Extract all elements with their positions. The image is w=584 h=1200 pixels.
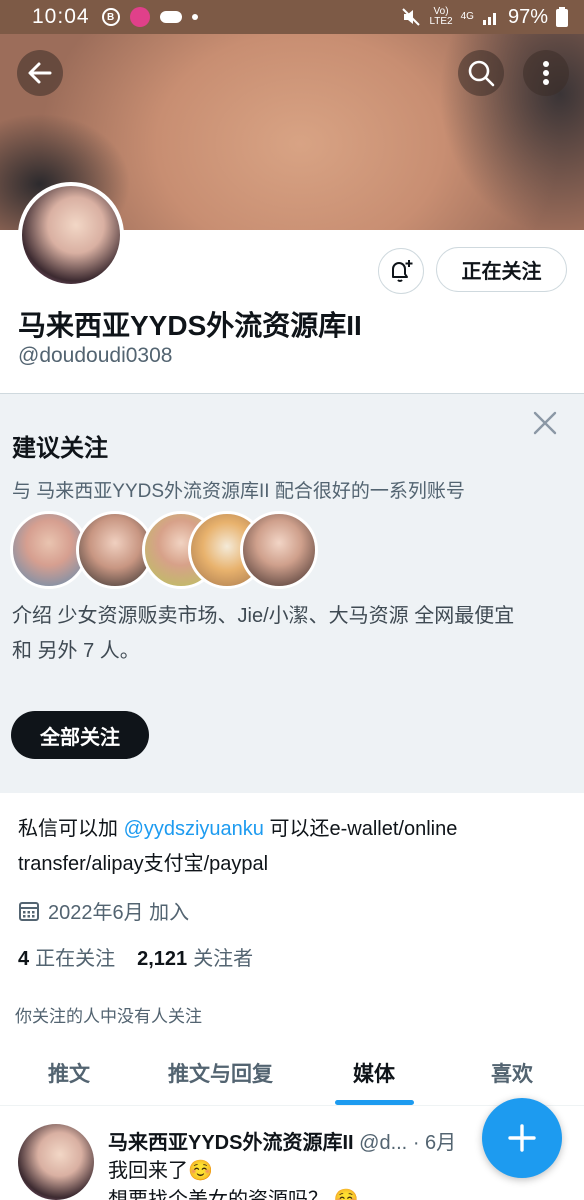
- following-count: 4: [18, 948, 30, 970]
- app-notification-icon: [129, 7, 150, 27]
- following-label: 正在关注: [35, 948, 116, 970]
- tab-tweets[interactable]: 推文: [48, 1058, 90, 1088]
- search-button[interactable]: [458, 50, 504, 96]
- battery-icon: [556, 7, 568, 27]
- tab-media[interactable]: 媒体: [353, 1058, 395, 1088]
- back-arrow-icon: [28, 62, 52, 84]
- close-icon: [533, 411, 557, 435]
- suggested-avatar[interactable]: [240, 511, 318, 589]
- followers-count: 2,121: [137, 948, 188, 970]
- more-options-button[interactable]: [523, 50, 569, 96]
- suggested-follows-subtitle: 与 马来西亚YYDS外流资源库II 配合很好的一系列账号: [12, 481, 465, 502]
- volte-indicator: Vo) LTE2: [429, 6, 453, 27]
- tweet-time: · 6月: [412, 1132, 457, 1154]
- mutual-followers-note: 你关注的人中没有人关注: [15, 1007, 202, 1026]
- profile-bio: 私信可以加 @yydsziyuanku 可以还e-wallet/online t…: [18, 812, 568, 882]
- compose-tweet-button[interactable]: [482, 1098, 562, 1178]
- bio-text: 私信可以加: [18, 818, 124, 840]
- profile-handle: @doudoudi0308: [18, 344, 173, 367]
- dismiss-suggestions-button[interactable]: [530, 408, 560, 438]
- more-notifications-dot-icon: [191, 14, 198, 20]
- cloud-icon: [159, 11, 182, 23]
- status-bar: 10:04 B Vo) LTE2 4G 97%: [0, 0, 584, 34]
- joined-date: 2022年6月 加入: [18, 896, 189, 925]
- calendar-icon: [19, 901, 39, 921]
- tab-likes[interactable]: 喜欢: [491, 1058, 533, 1088]
- suggested-follows-description: 介绍 少女资源贩卖市场、Jie/小潔、大马资源 全网最便宜 和 另外 7 人。: [12, 605, 515, 662]
- b-badge-icon: B: [101, 8, 120, 26]
- follow-all-button[interactable]: 全部关注: [11, 711, 149, 759]
- mute-icon: [402, 8, 421, 26]
- status-notification-icons: B: [101, 7, 198, 27]
- back-button[interactable]: [17, 50, 63, 96]
- profile-avatar[interactable]: [18, 182, 124, 288]
- joined-date-text: 2022年6月 加入: [48, 902, 190, 924]
- following-button[interactable]: 正在关注: [436, 247, 567, 292]
- suggested-avatars[interactable]: [10, 511, 330, 591]
- notifications-button[interactable]: [378, 248, 424, 294]
- plus-icon: [508, 1124, 536, 1152]
- tweet-author-avatar[interactable]: [18, 1124, 94, 1200]
- more-vertical-icon: [543, 61, 549, 85]
- tweet-text-line: 我回来了☺️: [108, 1160, 213, 1182]
- active-tab-indicator: [335, 1100, 414, 1105]
- search-icon: [468, 60, 495, 87]
- tweet-author-handle[interactable]: @d...: [359, 1132, 407, 1154]
- bio-mention-link[interactable]: @yydsziyuanku: [124, 818, 264, 840]
- tweet-text-line: 想要找个美女的资源吗？ ☺️: [108, 1189, 359, 1200]
- signal-icon: [482, 13, 496, 25]
- bell-plus-icon: [392, 260, 413, 282]
- status-system-icons: Vo) LTE2 4G 97%: [401, 6, 568, 29]
- tweet-author-name[interactable]: 马来西亚YYDS外流资源库II: [108, 1132, 354, 1154]
- suggested-follows-title: 建议关注: [12, 435, 108, 462]
- battery-percent: 97%: [507, 5, 548, 28]
- profile-tabs: 推文 推文与回复 媒体 喜欢: [0, 1046, 584, 1106]
- followers-label: 关注者: [193, 948, 254, 970]
- status-time: 10:04: [32, 5, 90, 28]
- tab-tweets-and-replies[interactable]: 推文与回复: [168, 1058, 273, 1088]
- follow-stats: 4 正在关注 2,121 关注者: [18, 942, 253, 971]
- data-type-indicator: 4G: [460, 11, 474, 22]
- following-stat[interactable]: 4 正在关注: [18, 942, 115, 971]
- tweet-header: 马来西亚YYDS外流资源库II @d... · 6月: [108, 1126, 456, 1155]
- profile-display-name: 马来西亚YYDS外流资源库II: [18, 310, 362, 341]
- suggested-follows-card: 建议关注 与 马来西亚YYDS外流资源库II 配合很好的一系列账号 介绍 少女资…: [0, 393, 584, 793]
- followers-stat[interactable]: 2,121 关注者: [137, 942, 253, 971]
